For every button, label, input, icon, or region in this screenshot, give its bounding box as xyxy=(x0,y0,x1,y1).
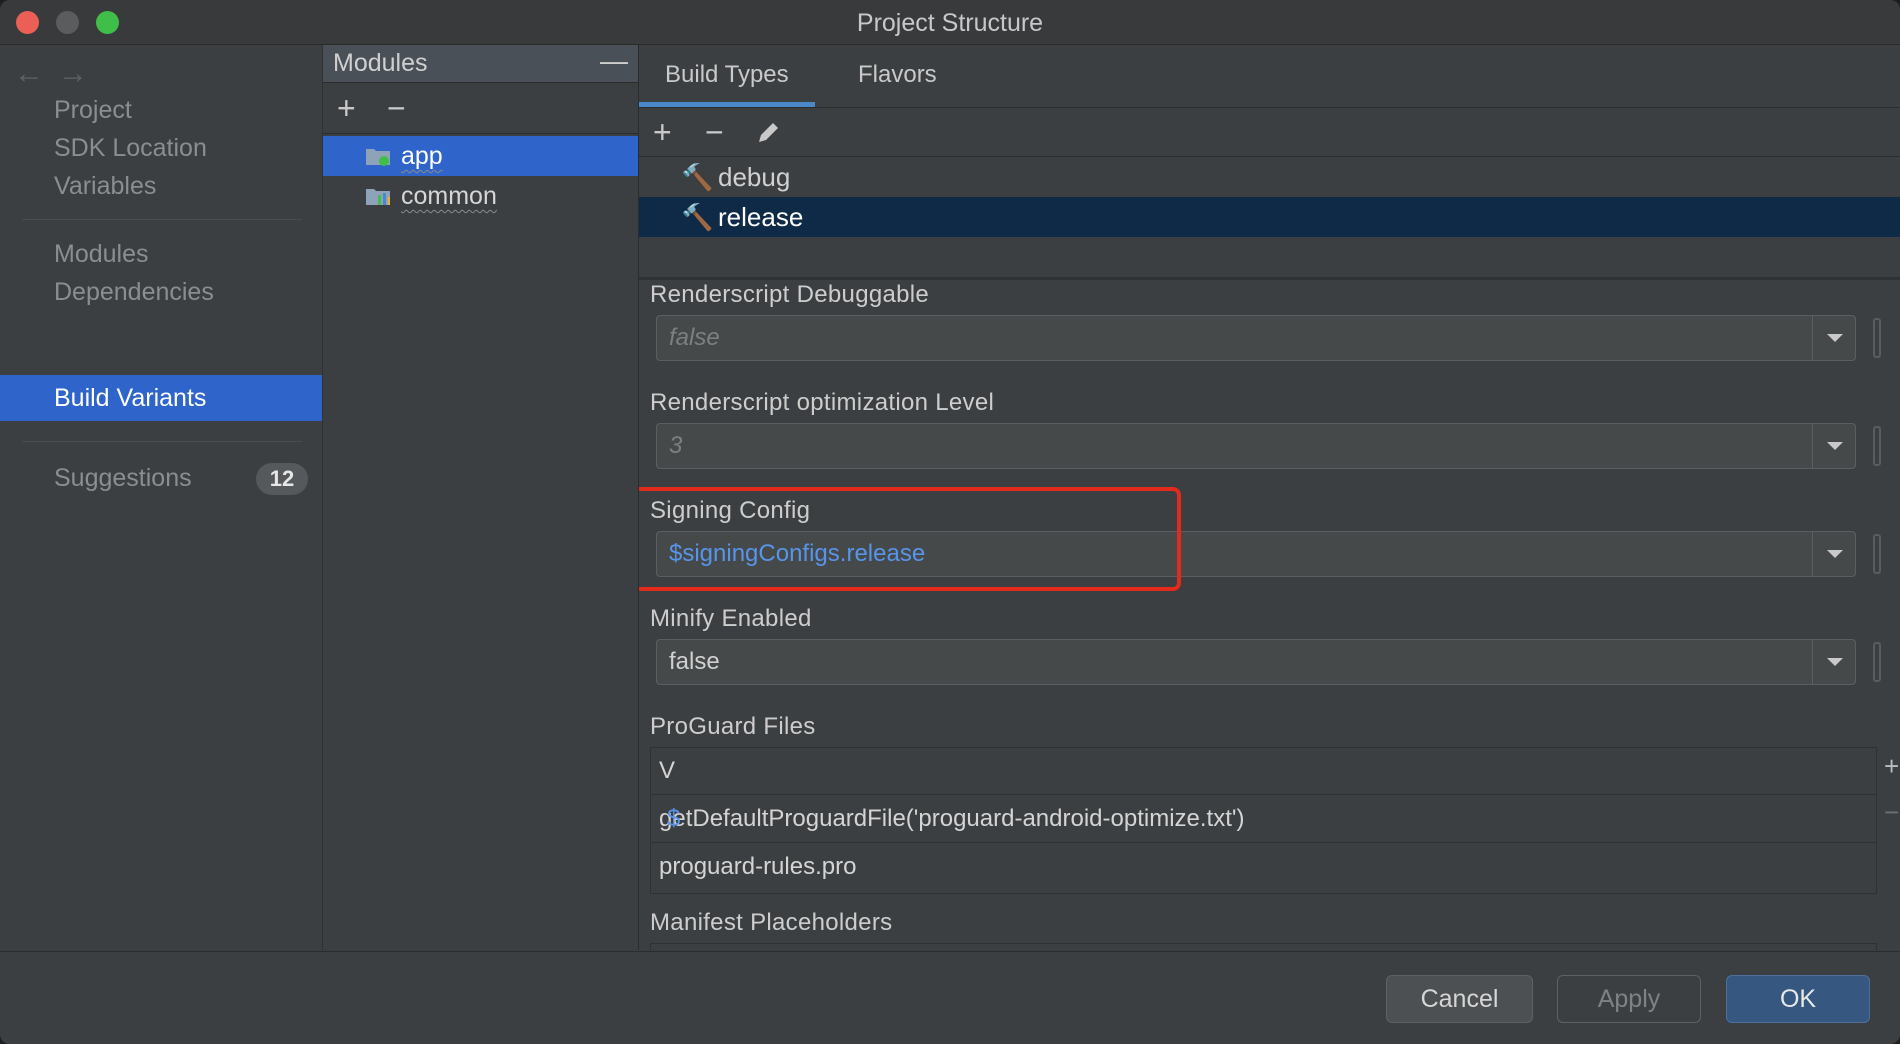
build-type-debug[interactable]: 🔨 debug xyxy=(639,157,1900,197)
library-module-icon xyxy=(366,189,390,205)
module-label: common xyxy=(401,182,497,210)
field-scroll-indicator xyxy=(1873,426,1881,466)
modules-panel: Modules — + − app common xyxy=(323,45,639,950)
combo-value: 3 xyxy=(669,432,683,459)
ok-button[interactable]: OK xyxy=(1726,975,1870,1023)
project-structure-window: Project Structure ←→ Project SDK Locatio… xyxy=(0,0,1900,1044)
build-type-release[interactable]: 🔨 release xyxy=(639,197,1900,237)
nav-arrows: ←→ xyxy=(14,57,102,91)
table-row[interactable]: proguard-rules.pro xyxy=(651,844,1876,890)
minify-enabled-label: Minify Enabled xyxy=(650,605,812,632)
nav-separator xyxy=(22,219,302,220)
nav-item-variables[interactable]: Variables xyxy=(0,163,322,209)
nav-separator xyxy=(22,441,302,442)
field-scroll-indicator xyxy=(1873,642,1881,682)
panel-splitter[interactable] xyxy=(639,277,1900,280)
build-types-list: 🔨 debug 🔨 release xyxy=(639,157,1900,285)
expression-prefix: $ xyxy=(667,805,681,832)
nav-item-dependencies[interactable]: Dependencies xyxy=(0,269,322,315)
module-item-app[interactable]: app xyxy=(323,136,638,176)
build-type-label: debug xyxy=(718,162,791,192)
add-proguard-file-button[interactable]: + xyxy=(1884,751,1899,782)
title-bar: Project Structure xyxy=(0,0,1900,45)
build-types-toolbar: + − xyxy=(639,108,1900,157)
remove-proguard-file-button[interactable]: − xyxy=(1884,797,1899,828)
hammer-icon: 🔨 xyxy=(681,202,714,232)
dropdown-arrow-icon[interactable] xyxy=(1812,640,1855,684)
module-label: app xyxy=(401,142,443,170)
remove-module-button[interactable]: − xyxy=(387,83,406,133)
module-item-common[interactable]: common xyxy=(323,176,638,216)
add-module-button[interactable]: + xyxy=(337,83,356,133)
cancel-button[interactable]: Cancel xyxy=(1386,975,1533,1023)
modules-title: Modules xyxy=(333,49,428,77)
renderscript-debuggable-combo[interactable]: false xyxy=(656,315,1856,361)
proguard-files-label: ProGuard Files xyxy=(650,713,816,740)
remove-build-type-button[interactable]: − xyxy=(705,108,724,156)
nav-item-label: Suggestions xyxy=(54,464,192,492)
renderscript-opt-level-combo[interactable]: 3 xyxy=(656,423,1856,469)
dropdown-arrow-icon[interactable] xyxy=(1812,532,1855,576)
add-build-type-button[interactable]: + xyxy=(653,108,672,156)
edit-pencil-icon[interactable] xyxy=(755,120,781,146)
field-scroll-indicator xyxy=(1873,318,1881,358)
proguard-files-table: V $ getDefaultProguardFile('proguard-andr… xyxy=(650,747,1877,894)
build-type-properties: Renderscript Debuggable false Renderscri… xyxy=(639,281,1900,950)
tab-flavors[interactable]: Flavors xyxy=(832,45,963,107)
tab-build-types[interactable]: Build Types xyxy=(639,45,815,107)
signing-config-highlight-box xyxy=(639,487,1181,591)
tab-bar: Build Types Flavors xyxy=(639,45,1900,108)
dropdown-arrow-icon[interactable] xyxy=(1812,424,1855,468)
collapse-panel-button[interactable]: — xyxy=(600,45,628,77)
proguard-file-value: getDefaultProguardFile('proguard-android… xyxy=(659,805,1245,832)
table-header: V xyxy=(651,748,1876,795)
renderscript-debuggable-label: Renderscript Debuggable xyxy=(650,281,930,308)
suggestions-count-badge: 12 xyxy=(256,463,308,495)
table-row[interactable]: $ getDefaultProguardFile('proguard-androi… xyxy=(651,796,1876,843)
proguard-file-value: proguard-rules.pro xyxy=(659,853,857,880)
left-nav: ←→ Project SDK Location Variables Module… xyxy=(0,45,323,950)
back-arrow-icon[interactable]: ← xyxy=(14,57,58,90)
field-scroll-indicator xyxy=(1873,534,1881,574)
nav-item-build-variants[interactable]: Build Variants xyxy=(0,375,322,421)
manifest-placeholders-table xyxy=(650,943,1877,950)
manifest-placeholders-label: Manifest Placeholders xyxy=(650,909,893,936)
module-folder-icon xyxy=(366,149,390,166)
build-types-content: Build Types Flavors + − 🔨 debug 🔨 releas… xyxy=(639,45,1900,950)
apply-button[interactable]: Apply xyxy=(1557,975,1701,1023)
dialog-button-bar: Cancel Apply OK xyxy=(0,951,1900,1044)
minify-enabled-combo[interactable]: false xyxy=(656,639,1856,685)
modules-header: Modules — xyxy=(323,45,638,83)
combo-value: false xyxy=(669,324,720,351)
forward-arrow-icon[interactable]: → xyxy=(58,57,102,90)
nav-item-label: Build Variants xyxy=(54,384,207,412)
dropdown-arrow-icon[interactable] xyxy=(1812,316,1855,360)
combo-value: false xyxy=(669,648,720,675)
modules-toolbar: + − xyxy=(323,83,638,134)
column-header: V xyxy=(659,757,676,784)
renderscript-opt-level-label: Renderscript optimization Level xyxy=(650,389,995,416)
window-title: Project Structure xyxy=(856,9,1044,37)
hammer-icon: 🔨 xyxy=(681,162,714,192)
build-type-label: release xyxy=(718,202,804,232)
